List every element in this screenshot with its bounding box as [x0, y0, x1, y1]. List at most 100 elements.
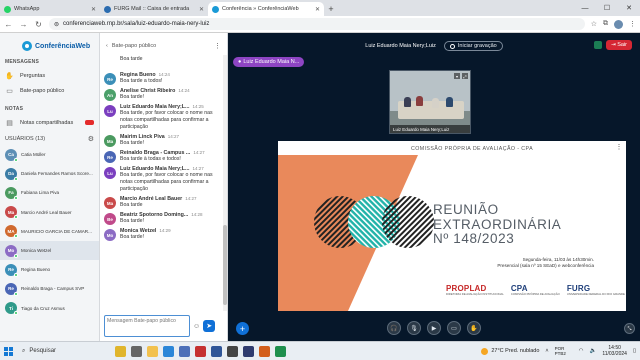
user-item[interactable]: Re Reinaldo Braga - Campus SVP	[0, 279, 99, 298]
file-explorer-icon[interactable]	[147, 345, 158, 357]
connection-icon[interactable]	[594, 41, 603, 49]
site-info-icon[interactable]: ⊜	[54, 21, 59, 28]
user-item[interactable]: Ti Tiago da Cruz Asmus	[0, 299, 99, 318]
reload-icon[interactable]: ↻	[34, 20, 43, 29]
url-field[interactable]: ⊜ conferenciaweb.rnp.br/sala/luiz-eduard…	[49, 18, 585, 30]
users-header: USUÁRIOS (13) ⚙	[0, 133, 99, 145]
new-tab-button[interactable]: +	[324, 2, 338, 16]
message-text: Boa tarde!	[120, 218, 144, 224]
chevron-left-icon[interactable]: ‹	[106, 43, 108, 49]
camera-icon[interactable]: ▶	[427, 321, 441, 335]
user-item[interactable]: MA MAURICIO GARCIA DE CAMAR...	[0, 222, 99, 241]
user-item[interactable]: Fa Fabiana Lima Piva	[0, 183, 99, 202]
more-options-icon[interactable]: ⋮	[214, 42, 221, 50]
windows-start-icon[interactable]	[4, 346, 13, 356]
chrome-icon[interactable]	[275, 345, 286, 357]
language-indicator[interactable]: POR PTB2	[555, 346, 573, 356]
chat-message: Lu Luiz Eduardo Maia Nery;L... 14:25 Boa …	[100, 103, 224, 133]
taskbar-search[interactable]: ⌕ Pesquisar	[18, 345, 110, 358]
chat-message-input[interactable]	[104, 315, 190, 337]
notes-section-title: NOTAS	[5, 106, 24, 112]
chat-icon: ▭	[6, 87, 13, 95]
volume-icon[interactable]: 🔈	[589, 348, 596, 354]
slide-title-line: REUNIÃO	[433, 202, 499, 217]
record-icon	[449, 43, 455, 49]
close-icon[interactable]: ✕	[315, 6, 320, 13]
user-item[interactable]: Re Regina Bueno	[0, 260, 99, 279]
message-text: Boa tarde	[120, 202, 143, 208]
app-icon[interactable]	[243, 345, 254, 357]
message-time: 14:25	[192, 104, 204, 109]
emoji-icon[interactable]: ☺	[193, 323, 200, 330]
user-item[interactable]: Ca Catia Müller	[0, 145, 99, 164]
meeting-title: Luiz Eduardo Maia Nery;Luiz	[365, 43, 436, 49]
microphone-icon[interactable]: 🎙	[407, 321, 421, 335]
close-window-icon[interactable]: ✕	[618, 0, 640, 16]
store-icon[interactable]	[179, 345, 190, 357]
mute-audio-icon[interactable]: 🎧	[387, 321, 401, 335]
forward-icon[interactable]: →	[19, 20, 28, 29]
extensions-icon[interactable]: ⧉	[603, 20, 608, 28]
stage-top-right: ⇥ Sair	[594, 40, 632, 50]
exit-button[interactable]: ⇥ Sair	[606, 40, 632, 50]
app-icon[interactable]	[227, 345, 238, 357]
wifi-icon[interactable]: ◠	[579, 348, 584, 354]
raise-hand-icon[interactable]: ✋	[467, 321, 481, 335]
edge-icon[interactable]	[163, 345, 174, 357]
star-icon[interactable]: ☆	[591, 20, 597, 28]
task-view-icon[interactable]	[131, 345, 142, 357]
sidebar-item-public-chat[interactable]: ▭ Bate-papo público	[0, 83, 99, 98]
weather-text: 27°C Pred. nublado	[491, 348, 540, 354]
avatar: Ma	[104, 135, 116, 147]
user-item[interactable]: Ma Marcio André Leal Bauer	[0, 203, 99, 222]
clock[interactable]: 14:50 11/03/2024	[602, 345, 627, 357]
menu-icon[interactable]: ⋮	[629, 20, 636, 28]
word-icon[interactable]	[211, 345, 222, 357]
sidebar-item-shared-notes[interactable]: ▤ Notas compartilhadas	[0, 115, 99, 130]
chat-title: Bate-papo público	[111, 43, 157, 49]
sidebar-item-label: Bate-papo público	[20, 87, 65, 94]
video-person	[416, 96, 423, 106]
gear-icon[interactable]: ⚙	[88, 135, 94, 143]
app-icon[interactable]	[259, 345, 270, 357]
scrollbar-thumb[interactable]	[223, 225, 227, 305]
message-text: Boa tarde!	[120, 234, 144, 240]
close-icon[interactable]: ✕	[199, 6, 204, 13]
layout-icon[interactable]: ⤡	[624, 323, 635, 334]
video-fullscreen-icon[interactable]: ⤢	[462, 73, 468, 79]
user-list: Ca Catia Müller Da Daniela Fernandes Ram…	[0, 145, 99, 318]
close-icon[interactable]: ✕	[91, 6, 96, 13]
minimize-icon[interactable]: —	[574, 0, 596, 16]
user-item[interactable]: Da Daniela Fernandes Ramos Score...	[0, 164, 99, 183]
chevron-up-icon[interactable]: ˄	[545, 348, 548, 354]
message-text: Boa tarde a todos!	[120, 78, 163, 84]
tab-whatsapp[interactable]: WhatsApp ✕	[0, 2, 100, 16]
presentation-slide: COMISSÃO PRÓPRIA DE AVALIAÇÃO - CPA ⋮ RE…	[278, 141, 626, 311]
user-item[interactable]: Mo Monica Wetzel	[0, 240, 99, 261]
widget-icon[interactable]	[115, 345, 126, 357]
logo-text: ConferênciaWeb	[35, 42, 91, 50]
maximize-icon[interactable]: ☐	[596, 0, 618, 16]
chat-scrollbar[interactable]	[223, 55, 227, 311]
screen-share-icon[interactable]: ▭	[447, 321, 461, 335]
record-button[interactable]: Iniciar gravação	[443, 41, 503, 51]
slide-title-line: Nº 148/2023	[433, 231, 515, 246]
more-options-icon[interactable]: ⋮	[615, 144, 623, 152]
sidebar: ConferênciaWeb MENSAGENS ✋ Perguntas ▭ B…	[0, 33, 100, 341]
send-button[interactable]: ➤	[203, 320, 216, 332]
back-icon[interactable]: ←	[4, 20, 13, 29]
furg-logo: FURG UNIVERSIDADE FEDERAL DO RIO GRANDE	[566, 284, 625, 296]
slide-title-line: EXTRAORDINÁRIA	[433, 216, 562, 232]
webcam-video[interactable]: ▾ ⤢ Luiz Eduardo Maia Nery;Luiz	[389, 70, 471, 134]
presenter-tag[interactable]: ● Luiz Eduardo Maia N...	[233, 57, 305, 67]
mcafee-icon[interactable]	[195, 345, 206, 357]
tab-conferencia[interactable]: Conferência » ConferênciaWeb ✕	[208, 2, 324, 16]
sidebar-item-questions[interactable]: ✋ Perguntas	[0, 68, 99, 83]
tab-furg-mail[interactable]: FURG Mail :: Caixa de entrada ✕	[100, 2, 208, 16]
unread-badge	[85, 120, 94, 125]
weather-widget[interactable]: 27°C Pred. nublado	[481, 347, 540, 355]
profile-avatar[interactable]	[614, 19, 623, 29]
avatar: Re	[104, 73, 116, 85]
notification-icon[interactable]: ▯	[633, 348, 636, 354]
video-minimize-icon[interactable]: ▾	[454, 73, 460, 79]
